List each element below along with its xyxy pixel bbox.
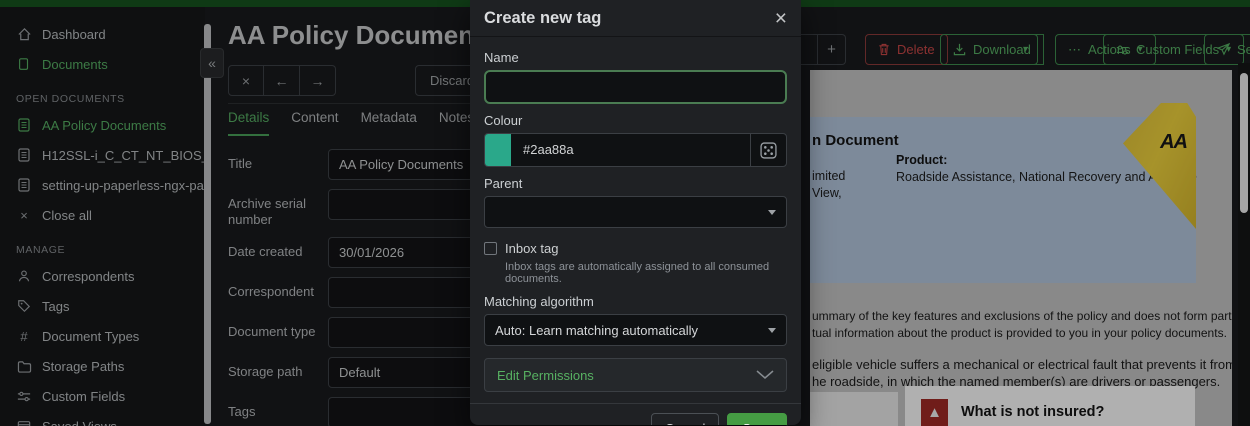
matching-algorithm-value: Auto: Learn matching automatically [495,323,698,338]
inbox-tag-label[interactable]: Inbox tag [505,241,559,256]
random-colour-button[interactable] [750,134,786,166]
colour-input-group: #2aa88a [484,133,787,167]
dice-icon [760,142,777,159]
colour-swatch [485,134,511,166]
matching-algorithm-select[interactable]: Auto: Learn matching automatically [484,314,787,346]
paperless-app: Dashboard Documents OPEN DOCUMENTS AA Po… [0,0,1250,426]
parent-label: Parent [484,176,787,191]
matching-algorithm-label: Matching algorithm [484,294,787,309]
colour-label: Colour [484,113,787,128]
modal-body: Name Colour #2aa88a Parent Inbox tag Inb… [470,37,801,392]
modal-close-button[interactable]: × [775,8,787,29]
inbox-tag-row: Inbox tag [484,241,787,256]
modal-footer: Cancel Save [470,403,801,425]
modal-title: Create new tag [484,9,601,28]
create-tag-modal: Create new tag × Name Colour #2aa88a Par… [470,0,801,425]
modal-header: Create new tag × [470,0,801,37]
tag-name-input[interactable] [484,70,787,104]
parent-select[interactable] [484,196,787,228]
save-button[interactable]: Save [727,413,787,425]
edit-permissions-accordion[interactable]: Edit Permissions [484,358,787,392]
colour-value-input[interactable]: #2aa88a [511,134,750,166]
edit-permissions-label: Edit Permissions [497,368,594,383]
inbox-tag-checkbox[interactable] [484,242,497,255]
caret-down-icon [768,210,776,215]
chevron-down-icon [756,370,774,380]
name-label: Name [484,50,787,65]
caret-down-icon [768,328,776,333]
inbox-tag-hint: Inbox tags are automatically assigned to… [505,261,787,285]
cancel-button[interactable]: Cancel [651,413,719,425]
close-icon: × [775,7,787,30]
